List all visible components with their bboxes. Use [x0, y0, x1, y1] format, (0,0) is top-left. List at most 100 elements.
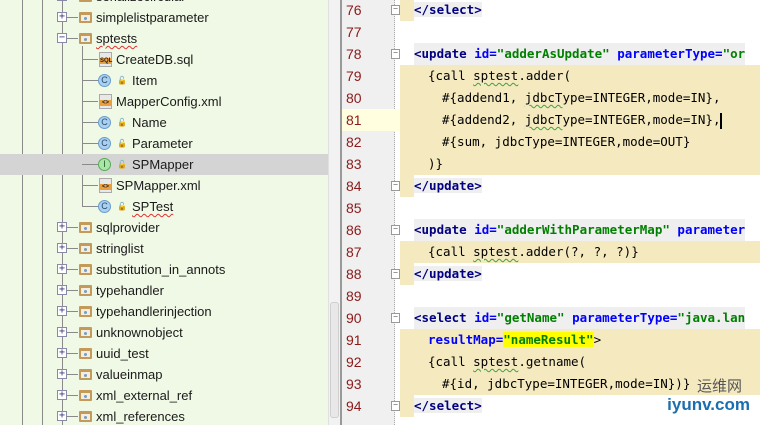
expand-toggle-icon[interactable]: + — [57, 0, 67, 1]
expand-toggle-icon[interactable]: + — [57, 306, 67, 316]
fold-marker-icon[interactable]: − — [391, 225, 400, 235]
fold-marker-icon[interactable]: − — [391, 313, 400, 323]
code-token-plain: #{sum, jdbcType=INTEGER,mode=OUT} — [442, 134, 691, 149]
tree-item-folder[interactable]: − sptests — [0, 28, 328, 49]
code-content[interactable] — [400, 197, 760, 219]
expand-toggle-icon[interactable]: + — [57, 348, 67, 358]
code-token-plain: ype=INTEGER,mode=IN}, — [562, 112, 721, 127]
code-text: <update id="adderWithParameterMap" param… — [414, 219, 746, 241]
expand-toggle-icon[interactable]: + — [57, 264, 67, 274]
fold-marker-icon[interactable]: − — [391, 5, 400, 15]
code-line[interactable]: 84 − </update> — [342, 175, 760, 197]
tree-item-folder[interactable]: + serializecircular — [0, 0, 328, 7]
code-line[interactable]: 87 {call sptest.adder(?, ?, ?)} — [342, 241, 760, 263]
tree-item-folder[interactable]: + xml_external_ref — [0, 385, 328, 406]
fold-marker-icon[interactable]: − — [391, 181, 400, 191]
tree-item-class[interactable]: C 🔓 Item — [0, 70, 328, 91]
code-token-plain: .adder(?, ?, ?)} — [518, 244, 639, 259]
code-line[interactable]: 76 − </select> — [342, 0, 760, 21]
code-line[interactable]: 88 − </update> — [342, 263, 760, 285]
tree-item-folder[interactable]: + stringlist — [0, 238, 328, 259]
code-token-attr: resultMap= — [428, 332, 504, 347]
block-highlight — [400, 175, 414, 197]
code-content[interactable]: {call sptest.getname( — [400, 351, 760, 373]
fold-marker-icon[interactable]: − — [391, 401, 400, 411]
tree-scrollbar[interactable] — [328, 0, 340, 425]
expand-toggle-icon[interactable]: + — [57, 243, 67, 253]
code-line[interactable]: 81 #{addend2, jdbcType=INTEGER,mode=IN}, — [342, 109, 760, 131]
tree-item-folder[interactable]: + simplelistparameter — [0, 7, 328, 28]
tree-item-folder[interactable]: + typehandler — [0, 280, 328, 301]
code-content[interactable]: <update id="adderWithParameterMap" param… — [400, 219, 760, 241]
code-content[interactable]: <select id="getName" parameterType="java… — [400, 307, 760, 329]
expand-toggle-icon[interactable]: + — [57, 12, 67, 22]
expand-toggle-icon[interactable]: + — [57, 327, 67, 337]
tree-item-folder[interactable]: + unknownobject — [0, 322, 328, 343]
code-line[interactable]: 91 resultMap="nameResult"> — [342, 329, 760, 351]
line-number: 76 — [346, 2, 362, 18]
tree-item-folder[interactable]: + xml_references — [0, 406, 328, 425]
code-line[interactable]: 83)} — [342, 153, 760, 175]
expand-toggle-icon[interactable]: + — [57, 411, 67, 421]
code-content[interactable] — [400, 21, 760, 43]
code-content[interactable]: resultMap="nameResult"> — [400, 329, 760, 351]
code-text: #{addend1, jdbcType=INTEGER,mode=IN}, — [442, 87, 720, 109]
tree-item-sql[interactable]: SQL CreateDB.sql — [0, 49, 328, 70]
scrollbar-thumb[interactable] — [330, 302, 339, 418]
tree-connector — [82, 59, 98, 60]
tree-item-label: sqlprovider — [96, 220, 160, 235]
code-content[interactable]: </update> — [400, 263, 760, 285]
tree-item-interface[interactable]: I 🔓 SPMapper — [0, 154, 328, 175]
tree-item-folder[interactable]: + valueinmap — [0, 364, 328, 385]
tree-item-folder[interactable]: + uuid_test — [0, 343, 328, 364]
project-tree[interactable]: + serializecircular + simplelistparameter − s… — [0, 0, 328, 425]
code-editor[interactable]: 76− </select> 77 78− <update id="adderAsUpda… — [340, 0, 760, 425]
code-content[interactable]: {call sptest.adder(?, ?, ?)} — [400, 241, 760, 263]
tree-connector — [82, 80, 98, 81]
expand-toggle-icon[interactable]: + — [57, 285, 67, 295]
code-text: </select> — [414, 395, 482, 417]
collapse-toggle-icon[interactable]: − — [57, 33, 67, 43]
code-token-wavy: sptest — [473, 354, 519, 369]
code-content[interactable]: </select> — [400, 0, 760, 21]
tree-item-folder[interactable]: + substitution_in_annots — [0, 259, 328, 280]
fold-marker-icon[interactable]: − — [391, 49, 400, 59]
code-line[interactable]: 78 − <update id="adderAsUpdate" parameterT… — [342, 43, 760, 65]
code-content[interactable] — [400, 285, 760, 307]
code-content[interactable]: #{sum, jdbcType=INTEGER,mode=OUT} — [400, 131, 760, 153]
code-line[interactable]: 85 — [342, 197, 760, 219]
tree-item-label: MapperConfig.xml — [116, 94, 222, 109]
package-folder-icon — [79, 0, 92, 2]
code-line[interactable]: 80 #{addend1, jdbcType=INTEGER,mode=IN}, — [342, 87, 760, 109]
tree-item-label: Name — [132, 115, 167, 130]
code-line[interactable]: 79 {call sptest.adder( — [342, 65, 760, 87]
expand-toggle-icon[interactable]: + — [57, 390, 67, 400]
tree-item-xml[interactable]: <> MapperConfig.xml — [0, 91, 328, 112]
code-line[interactable]: 89 — [342, 285, 760, 307]
class-icon: C — [98, 200, 111, 213]
code-line[interactable]: 82 #{sum, jdbcType=INTEGER,mode=OUT} — [342, 131, 760, 153]
block-highlight — [400, 263, 414, 285]
code-token-wavy: jdbcT — [524, 90, 563, 105]
code-content[interactable]: {call sptest.adder( — [400, 65, 760, 87]
expand-toggle-icon[interactable]: + — [57, 222, 67, 232]
code-content[interactable]: #{addend1, jdbcType=INTEGER,mode=IN}, — [400, 87, 760, 109]
code-line[interactable]: 90 − <select id="getName" parameterType="j… — [342, 307, 760, 329]
code-content[interactable]: <update id="adderAsUpdate" parameterType… — [400, 43, 760, 65]
tree-item-class[interactable]: C 🔓 SPTest — [0, 196, 328, 217]
expand-toggle-icon[interactable]: + — [57, 369, 67, 379]
tree-item-label: substitution_in_annots — [96, 262, 226, 277]
code-line[interactable]: 77 — [342, 21, 760, 43]
tree-item-folder[interactable]: + sqlprovider — [0, 217, 328, 238]
line-number: 81 — [346, 112, 362, 128]
tree-item-xml[interactable]: <> SPMapper.xml — [0, 175, 328, 196]
code-line[interactable]: 86 − <update id="adderWithParameterMap" pa… — [342, 219, 760, 241]
code-line[interactable]: 92 {call sptest.getname( — [342, 351, 760, 373]
fold-marker-icon[interactable]: − — [391, 269, 400, 279]
code-content[interactable]: )} — [400, 153, 760, 175]
code-content[interactable]: #{addend2, jdbcType=INTEGER,mode=IN}, — [400, 109, 760, 131]
tree-item-folder[interactable]: + typehandlerinjection — [0, 301, 328, 322]
code-content[interactable]: </update> — [400, 175, 760, 197]
tree-item-class[interactable]: C 🔓 Parameter — [0, 133, 328, 154]
tree-item-class[interactable]: C 🔓 Name — [0, 112, 328, 133]
